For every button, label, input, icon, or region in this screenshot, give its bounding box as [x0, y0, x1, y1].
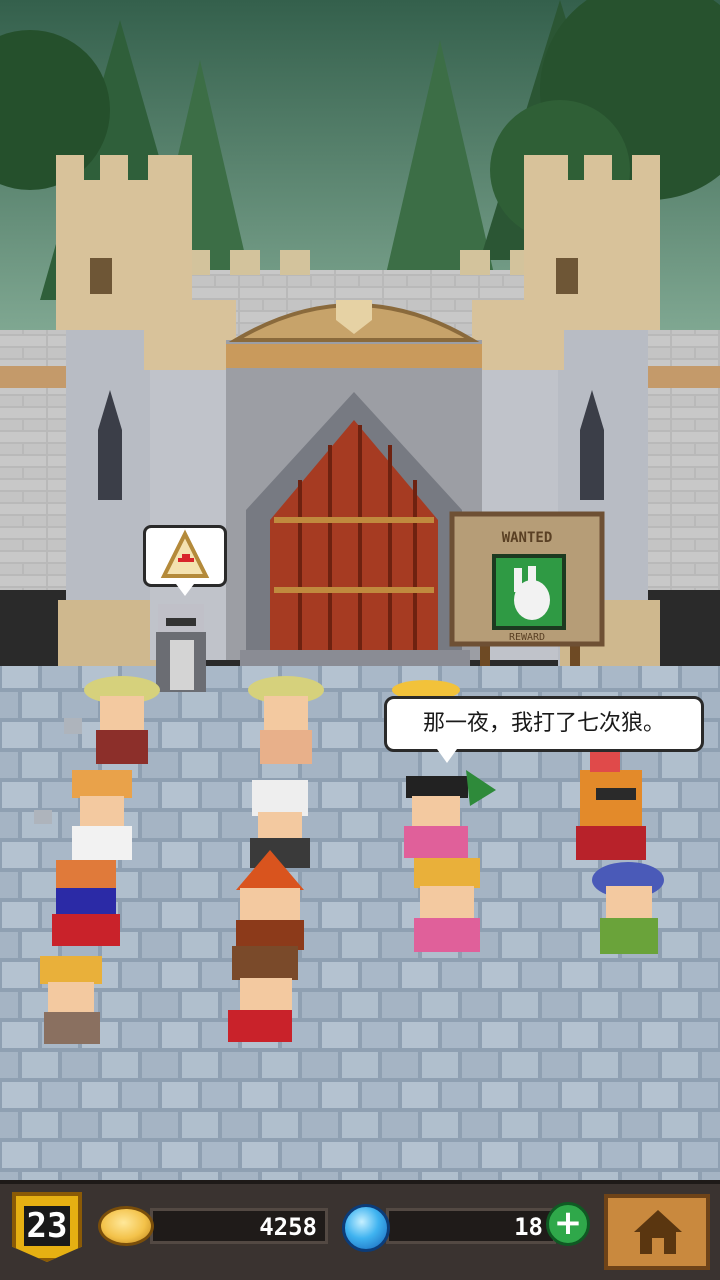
plus-icon: +	[553, 1203, 583, 1243]
coin-counter: 4258	[150, 1208, 328, 1244]
hero-yellow-hair[interactable]	[40, 956, 102, 1044]
wanted-sign-footer: REWARD	[509, 632, 545, 643]
gem-counter: 18	[386, 1208, 556, 1244]
tent-quest-icon	[160, 529, 210, 578]
home-button[interactable]	[604, 1194, 710, 1270]
coin-icon	[98, 1206, 154, 1246]
bottom-hud: 23 4258 18 +	[0, 1180, 720, 1280]
speech-text: 那一夜，我打了七次狼。	[422, 711, 665, 736]
add-gems-button[interactable]: +	[546, 1202, 590, 1246]
hero-blonde-pink[interactable]	[414, 858, 480, 952]
knight-npc[interactable]	[156, 604, 206, 692]
wanted-sign-title: WANTED	[502, 530, 553, 546]
npc-speech-bubble: 那一夜，我打了七次狼。	[384, 696, 704, 763]
level-value: 23	[24, 1206, 70, 1246]
castle-courtyard-scene: WANTED REWARD	[0, 0, 720, 1180]
hero-ninja[interactable]	[52, 860, 120, 946]
gem-value: 18	[514, 1213, 543, 1241]
level-badge[interactable]: 23	[12, 1192, 82, 1262]
coin-value: 4258	[259, 1213, 317, 1241]
gem-icon	[342, 1204, 390, 1252]
home-icon	[634, 1210, 682, 1254]
hero-white-hair[interactable]	[250, 780, 310, 868]
quest-icon-bubble[interactable]	[143, 525, 227, 596]
